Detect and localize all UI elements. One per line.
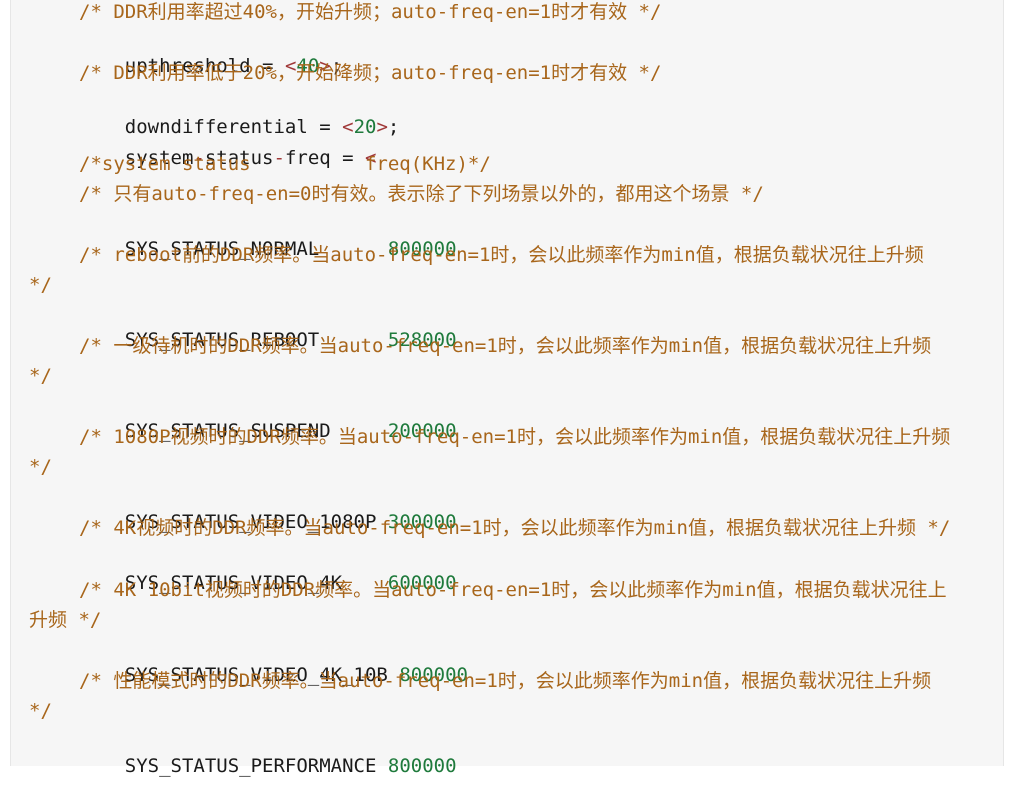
status-row-video-4k: SYS_STATUS_VIDEO_4K 600000 <box>79 547 457 594</box>
comment-downdifferential: /* DDR利用率低于20%，开始降频；auto-freq-en=1时才有效 *… <box>79 62 662 84</box>
code-line-downdifferential: downdifferential = <20>; <box>79 91 400 138</box>
code-line-upthreshold: upthreshold = <40>; <box>79 30 342 77</box>
comment-video-1080p-end: */ <box>29 456 52 478</box>
comment-suspend-end: */ <box>29 365 52 387</box>
comment-suspend: /* 一级待机时的DDR频率。当auto-freq-en=1时，会以此频率作为m… <box>79 335 932 357</box>
close-angle: > <box>376 116 388 138</box>
comment-video-4k-10b: /* 4K 10bit视频时的DDR频率。当auto-freq-en=1时，会以… <box>79 579 947 601</box>
status-freq: 800000 <box>387 755 457 777</box>
code-block: /* DDR利用率超过40%，开始升频；auto-freq-en=1时才有效 *… <box>10 0 1004 777</box>
comment-video-4k: /* 4K视频时的DDR频率。当auto-freq-en=1时，会以此频率作为m… <box>79 517 951 539</box>
comment-performance-end: */ <box>29 700 52 722</box>
comment-reboot: /* reboot前的DDR频率。当auto-freq-en=1时，会以此频率作… <box>79 244 924 266</box>
comment-performance: /* 性能模式时的DDR频率。当auto-freq-en=1时，会以此频率作为m… <box>79 670 932 692</box>
comment-video-1080p: /* 1080P视频时的DDR频率。当auto-freq-en=1时，会以此频率… <box>79 426 951 448</box>
semicolon: ; <box>387 116 400 138</box>
status-row-performance: SYS_STATUS_PERFORMANCE 800000 <box>79 730 457 777</box>
status-row-normal: SYS_STATUS_NORMAL 800000 <box>79 213 457 260</box>
comment-reboot-end: */ <box>29 274 52 296</box>
comment-table-header: /*system status freq(KHz)*/ <box>79 153 491 175</box>
comment-normal: /* 只有auto-freq-en=0时有效。表示除了下列场景以外的，都用这个场… <box>79 183 764 205</box>
status-row-suspend: SYS_STATUS_SUSPEND 200000 <box>79 395 457 442</box>
code-line-system-status-freq: system-status-freq = < <box>79 122 377 169</box>
comment-upthreshold: /* DDR利用率超过40%，开始升频；auto-freq-en=1时才有效 *… <box>79 1 662 23</box>
status-row-video-1080p: SYS_STATUS_VIDEO_1080P 300000 <box>79 486 457 533</box>
status-name: SYS_STATUS_PERFORMANCE <box>124 755 388 777</box>
status-row-video-4k-10b: SYS_STATUS_VIDEO_4K_10B 800000 <box>79 639 468 686</box>
comment-video-4k-10b-end: 升频 */ <box>29 609 102 631</box>
status-row-reboot: SYS_STATUS_REBOOT 528000 <box>79 304 457 351</box>
